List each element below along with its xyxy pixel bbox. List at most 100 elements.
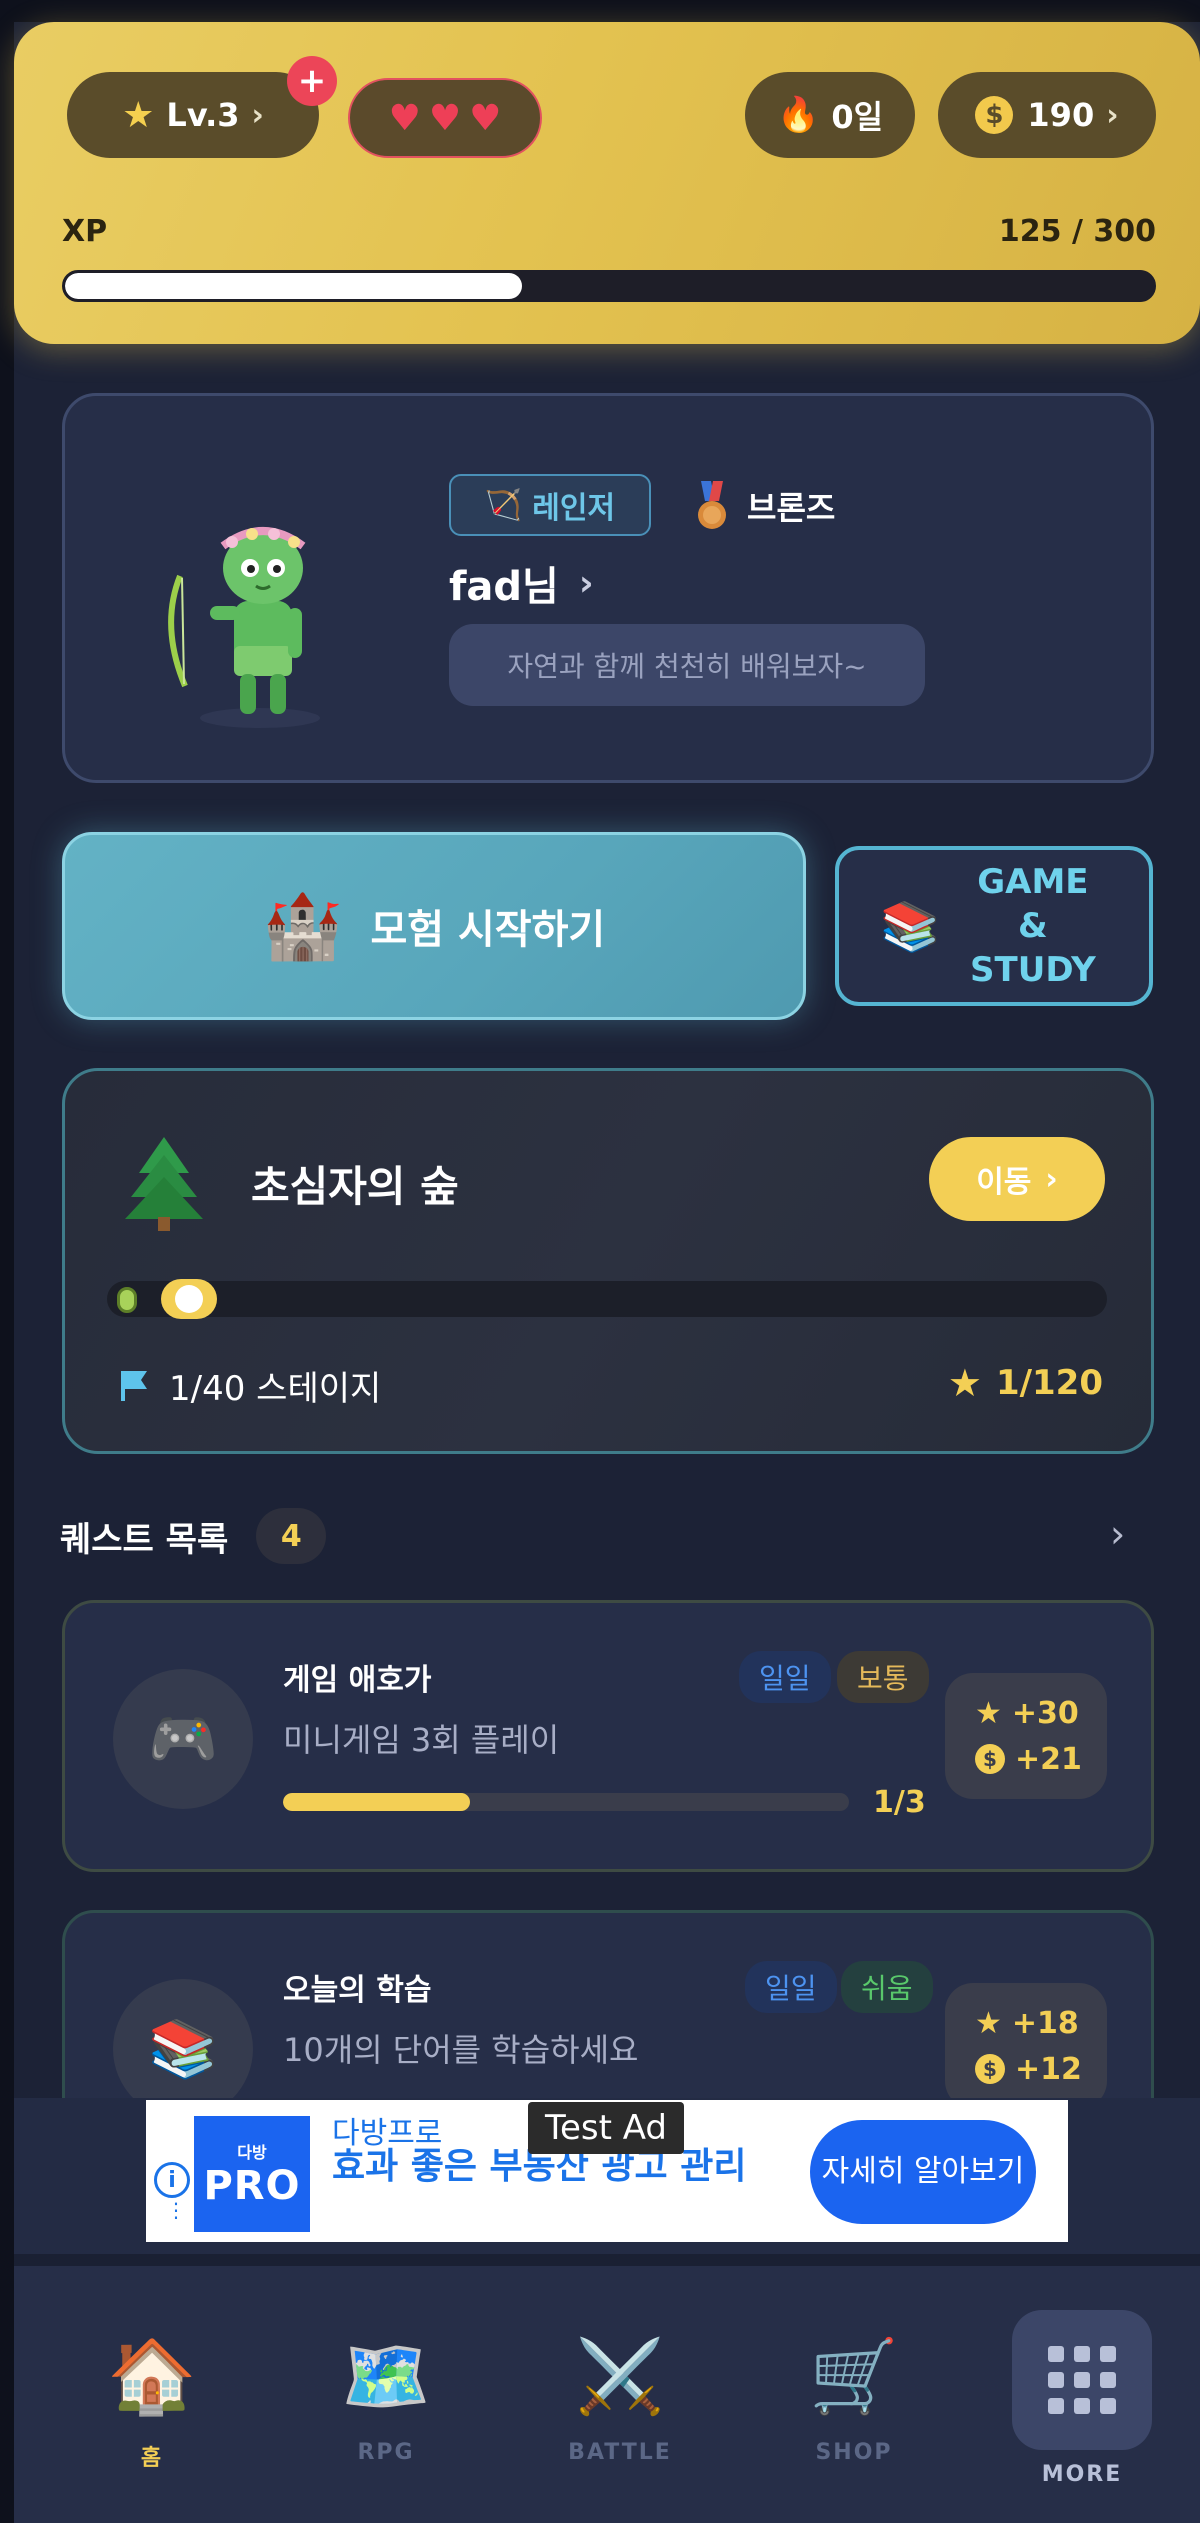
tab-battle[interactable]: ⚔️ BATTLE <box>540 2330 700 2490</box>
crossed-swords-icon: ⚔️ <box>575 2333 665 2418</box>
star-icon: ★ <box>975 2005 1002 2041</box>
tab-rpg[interactable]: 🗺️ RPG <box>306 2330 466 2490</box>
daily-tag: 일일 <box>745 1961 837 2013</box>
tab-label: SHOP <box>815 2440 893 2465</box>
chevron-right-icon: › <box>251 97 264 133</box>
start-marker <box>117 1287 137 1313</box>
quest-progress-label: 1/3 <box>873 1785 926 1820</box>
game-study-button[interactable]: 📚 GAME & STUDY <box>835 846 1153 1006</box>
class-badge: 🏹 레인저 <box>449 474 651 536</box>
coin-icon: $ <box>975 96 1014 134</box>
coins-button[interactable]: $ 190 › <box>938 72 1156 158</box>
username: fad님 <box>449 564 559 610</box>
streak-label: 0일 <box>831 98 884 136</box>
game-study-line1: GAME & <box>977 862 1089 946</box>
player-marker <box>161 1279 217 1319</box>
player-header: ★ Lv.3 › + ♥ ♥ ♥ 🔥 0일 $ 190 › XP 125 / 3… <box>14 22 1200 344</box>
coin-icon: $ <box>975 1744 1005 1774</box>
class-name: 레인저 <box>532 491 616 526</box>
avatar[interactable] <box>160 496 360 736</box>
quest-reward: ★ +30 $ +21 <box>945 1673 1107 1799</box>
coins-label: 190 <box>1027 96 1095 134</box>
quest-title: 게임 애호가 <box>283 1663 432 1698</box>
star-icon: ★ <box>122 94 155 136</box>
daily-tag: 일일 <box>739 1651 831 1703</box>
hearts-indicator[interactable]: ♥ ♥ ♥ <box>348 78 542 158</box>
coin-icon: $ <box>975 2054 1005 2084</box>
quest-list-header: 퀘스트 목록 4 <box>60 1508 327 1564</box>
tab-shop[interactable]: 🛒 SHOP <box>774 2330 934 2490</box>
ad-cta-button[interactable]: 자세히 알아보기 <box>810 2120 1036 2224</box>
ad-logo: 다방 PRO <box>194 2116 310 2232</box>
profile-card[interactable]: 🏹 레인저 브론즈 fad님 › 자연과 함께 천천히 배워보자~ <box>62 393 1154 783</box>
move-label: 이동 <box>976 1165 1032 1200</box>
xp-label: XP <box>62 214 108 249</box>
quest-list-title: 퀘스트 목록 <box>60 1519 229 1560</box>
medal-icon <box>698 481 726 529</box>
chevron-right-icon[interactable]: › <box>1110 1512 1125 1556</box>
cart-icon: 🛒 <box>809 2333 899 2418</box>
chevron-right-icon: › <box>578 562 594 604</box>
tab-label: RPG <box>357 2440 415 2465</box>
username-button[interactable]: fad님 › <box>449 554 594 612</box>
stars-label: 1/120 <box>995 1363 1103 1403</box>
status-strip <box>0 0 1200 22</box>
more-dots-icon[interactable]: ⋮ <box>166 2200 186 2220</box>
xp-value: 125 / 300 <box>998 214 1156 249</box>
tab-home[interactable]: 🏠 홈 <box>72 2330 232 2490</box>
heart-icon: ♥ <box>428 97 462 139</box>
screen-edge <box>0 0 14 2523</box>
ad-logo-small: 다방 <box>237 2143 267 2162</box>
reward-coins: +12 <box>1015 2051 1082 2087</box>
info-icon[interactable]: i <box>154 2162 190 2198</box>
star-icon: ★ <box>975 1695 1002 1731</box>
player-icon <box>175 1285 203 1313</box>
star-icon: ★ <box>947 1361 982 1405</box>
ad-logo-big: PRO <box>203 2163 301 2209</box>
quest-description: 10개의 단어를 학습하세요 <box>283 2031 639 2069</box>
stage-label: 1/40 스테이지 <box>169 1369 382 1409</box>
streak-button[interactable]: 🔥 0일 <box>745 72 915 158</box>
rank-badge: 브론즈 <box>695 476 835 536</box>
reward-xp: +30 <box>1011 1695 1079 1731</box>
chevron-right-icon: › <box>1045 1161 1058 1197</box>
quest-count-badge: 4 <box>256 1508 327 1564</box>
bottom-tab-bar: 🏠 홈 🗺️ RPG ⚔️ BATTLE 🛒 SHOP MORE <box>14 2254 1200 2523</box>
heart-icon: ♥ <box>388 97 421 139</box>
books-icon: 📚 <box>880 898 940 955</box>
star-count: ★ 1/120 <box>948 1361 1103 1405</box>
xp-progress-bar <box>62 270 1156 302</box>
game-study-line2: STUDY <box>970 950 1096 990</box>
bow-icon: 🏹 <box>484 487 523 523</box>
xp-progress-fill <box>65 273 522 299</box>
gamepad-icon: 🎮 <box>113 1669 253 1809</box>
pine-tree-icon <box>125 1137 203 1231</box>
level-up-badge[interactable]: + <box>287 56 337 106</box>
move-button[interactable]: 이동 › <box>929 1137 1105 1221</box>
chevron-right-icon: › <box>1106 97 1119 133</box>
quest-reward: ★ +18 $ +12 <box>945 1983 1107 2109</box>
map-icon: 🗺️ <box>341 2333 431 2418</box>
heart-icon: ♥ <box>469 97 502 139</box>
level-button[interactable]: ★ Lv.3 › <box>67 72 319 158</box>
tab-label: BATTLE <box>568 2440 672 2465</box>
quest-progress-fill <box>283 1793 470 1811</box>
motto-bubble[interactable]: 자연과 함께 천천히 배워보자~ <box>449 624 925 706</box>
world-title: 초심자의 숲 <box>251 1162 459 1211</box>
flame-icon: 🔥 <box>776 95 820 135</box>
flag-icon <box>121 1370 147 1401</box>
game-study-label: GAME & STUDY <box>958 860 1108 992</box>
start-adventure-button[interactable]: 🏰 모험 시작하기 <box>62 832 806 1020</box>
start-adventure-label: 모험 시작하기 <box>370 907 606 953</box>
difficulty-tag: 쉬움 <box>841 1961 933 2013</box>
difficulty-tag: 보통 <box>837 1651 929 1703</box>
rank-name: 브론즈 <box>747 489 836 527</box>
stage-progress-track <box>107 1279 1107 1319</box>
reward-xp: +18 <box>1011 2005 1079 2041</box>
tab-more[interactable] <box>1012 2310 1152 2450</box>
world-card[interactable]: 초심자의 숲 이동 › 1/40 스테이지 ★ 1/120 <box>62 1068 1154 1454</box>
grid-icon <box>1048 2346 1116 2414</box>
level-label: Lv.3 <box>166 96 240 134</box>
quest-progress-bar <box>283 1793 849 1811</box>
quest-card[interactable]: 🎮 게임 애호가 일일 보통 미니게임 3회 플레이 1/3 ★ +30 $ +21 <box>62 1600 1154 1872</box>
